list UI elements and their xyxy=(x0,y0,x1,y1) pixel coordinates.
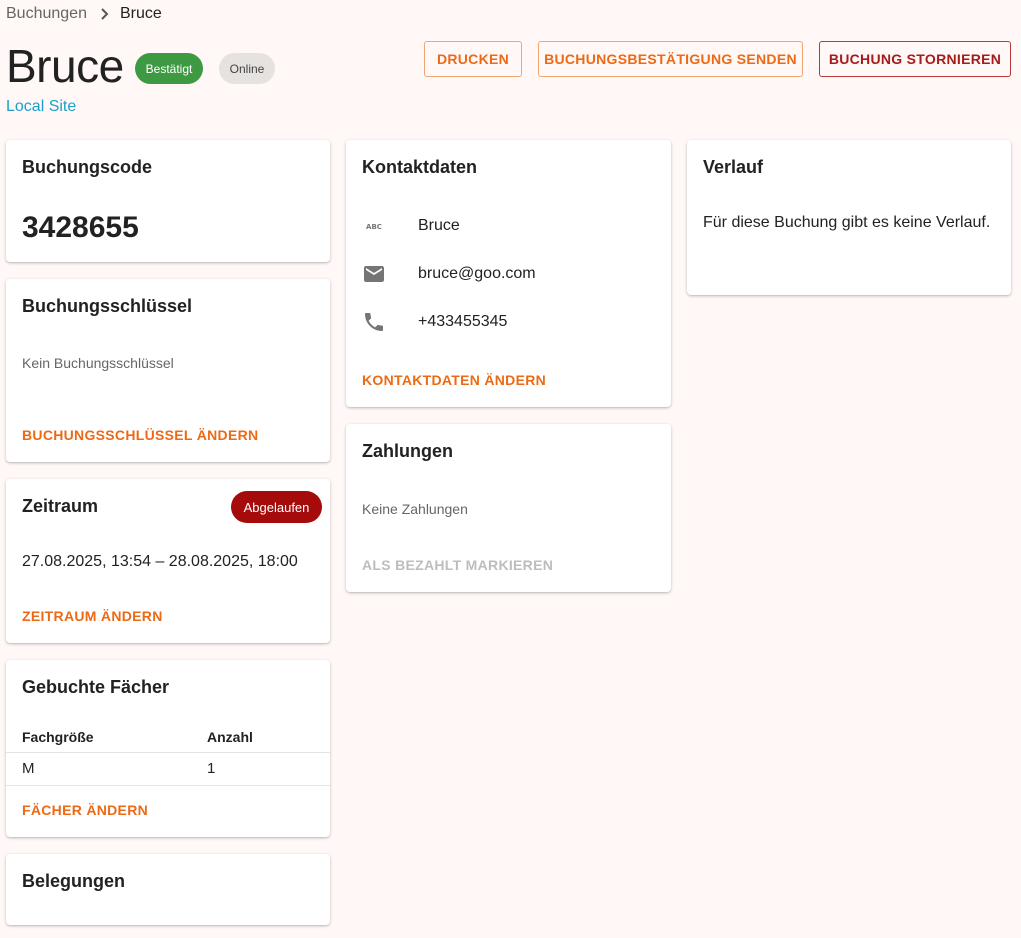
contact-email-row: bruce@goo.com xyxy=(362,262,536,286)
column-header-count: Anzahl xyxy=(207,722,330,753)
table-header-row: Fachgröße Anzahl xyxy=(6,722,330,753)
history-card: Verlauf Für diese Buchung gibt es keine … xyxy=(687,140,1011,295)
booking-key-title: Buchungsschlüssel xyxy=(22,296,193,316)
chevron-right-icon xyxy=(100,8,109,20)
send-confirmation-button[interactable]: BUCHUNGSBESTÄTIGUNG SENDEN xyxy=(538,41,803,77)
table-row: M 1 xyxy=(6,752,330,786)
channel-badge: Online xyxy=(219,53,275,84)
breadcrumb-bookings-link[interactable]: Buchungen xyxy=(6,5,87,23)
cancel-booking-button[interactable]: BUCHUNG STORNIEREN xyxy=(819,41,1011,77)
print-button[interactable]: DRUCKEN xyxy=(424,41,522,77)
contact-card: Kontaktdaten ABC Bruce bruce@goo.com +43… xyxy=(346,140,671,407)
breadcrumb-current: Bruce xyxy=(119,5,162,22)
payments-empty-text: Keine Zahlungen xyxy=(362,501,468,517)
contact-email: bruce@goo.com xyxy=(418,265,536,282)
change-period-button[interactable]: ZEITRAUM ÄNDERN xyxy=(22,608,163,624)
contact-phone-row: +433455345 xyxy=(362,310,507,334)
status-badge: Bestätigt xyxy=(135,53,203,84)
contact-name-row: ABC Bruce xyxy=(362,214,460,238)
booking-code-title: Buchungscode xyxy=(22,157,153,177)
cell-size: M xyxy=(6,752,207,786)
booking-key-empty-text: Kein Buchungsschlüssel xyxy=(22,355,174,371)
history-title: Verlauf xyxy=(703,157,764,177)
booking-key-card: Buchungsschlüssel Kein Buchungsschlüssel… xyxy=(6,279,330,462)
period-range: 27.08.2025, 13:54 – 28.08.2025, 18:00 xyxy=(22,553,298,570)
cell-count: 1 xyxy=(207,752,330,786)
compartments-card: Gebuchte Fächer Fachgröße Anzahl M 1 FÄC… xyxy=(6,660,330,837)
change-booking-key-button[interactable]: BUCHUNGSSCHLÜSSEL ÄNDERN xyxy=(22,427,258,443)
period-title: Zeitraum xyxy=(22,496,99,516)
payments-title: Zahlungen xyxy=(362,441,453,461)
site-link[interactable]: Local Site xyxy=(6,98,76,116)
compartments-title: Gebuchte Fächer xyxy=(22,677,170,697)
occupancies-title: Belegungen xyxy=(22,871,126,891)
contact-title: Kontaktdaten xyxy=(362,157,478,177)
compartments-table: Fachgröße Anzahl M 1 xyxy=(6,722,330,786)
change-compartments-button[interactable]: FÄCHER ÄNDERN xyxy=(22,802,148,818)
svg-text:ABC: ABC xyxy=(366,223,382,231)
mark-paid-button[interactable]: ALS BEZAHLT MARKIEREN xyxy=(362,557,553,573)
column-header-size: Fachgröße xyxy=(6,722,207,753)
period-card: Zeitraum Abgelaufen 27.08.2025, 13:54 – … xyxy=(6,479,330,643)
expired-badge: Abgelaufen xyxy=(231,491,322,523)
breadcrumb: Buchungen Bruce xyxy=(6,4,162,24)
email-icon xyxy=(362,262,386,286)
payments-card: Zahlungen Keine Zahlungen ALS BEZAHLT MA… xyxy=(346,424,671,592)
booking-code-value: 3428655 xyxy=(22,211,139,244)
history-empty-text: Für diese Buchung gibt es keine Verlauf. xyxy=(703,214,991,231)
phone-icon xyxy=(362,310,386,334)
abc-icon: ABC xyxy=(362,214,386,238)
occupancies-card: Belegungen xyxy=(6,854,330,925)
contact-phone: +433455345 xyxy=(418,313,508,330)
contact-name: Bruce xyxy=(418,217,460,234)
booking-code-card: Buchungscode 3428655 xyxy=(6,140,330,262)
page-title: Bruce xyxy=(6,40,124,92)
change-contact-button[interactable]: KONTAKTDATEN ÄNDERN xyxy=(362,372,546,388)
